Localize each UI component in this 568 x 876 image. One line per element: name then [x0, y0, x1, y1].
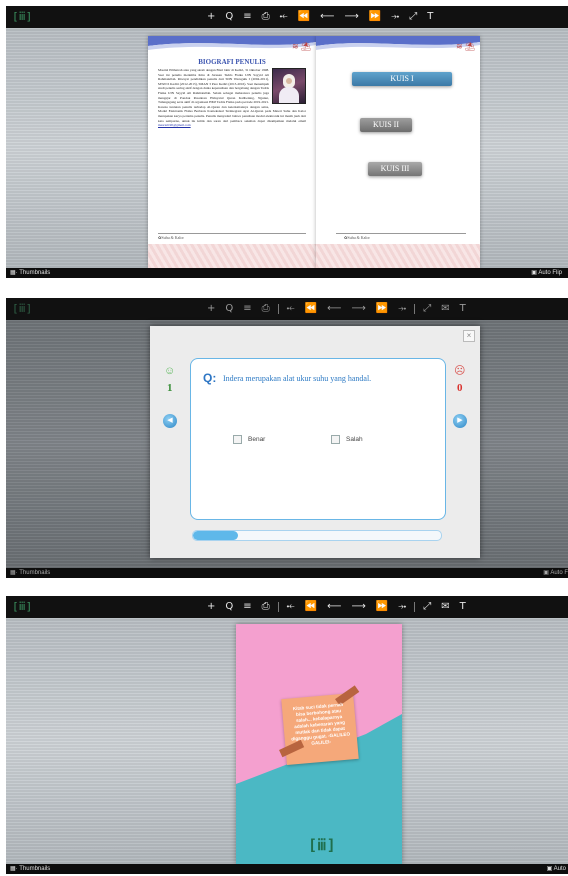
email-icon[interactable]: ✉ [441, 596, 449, 618]
app-logo-icon: [ⅲ] [12, 600, 33, 613]
app-logo-icon: [ⅲ] [12, 302, 33, 315]
page-footer-pattern [148, 244, 316, 268]
bottom-bar: ▦· Thumbnails ▣ Auto Flip [6, 268, 568, 278]
checkbox-icon[interactable] [331, 435, 340, 444]
print-icon[interactable]: ⎙ [262, 298, 270, 320]
fast-forward-icon[interactable]: ⏩ [376, 596, 388, 618]
correct-smiley-icon: ☺ [164, 365, 176, 377]
text-icon[interactable]: T [460, 596, 466, 618]
page-footer: ✿Suhu & Kalor [158, 235, 184, 240]
auto-flip-button[interactable]: ▣ Auto F [543, 568, 568, 578]
author-email-link[interactable]: masrial190@gmail.com [158, 123, 191, 127]
previous-question-button[interactable]: ◀ [163, 414, 177, 428]
fast-forward-icon[interactable]: ⏩ [369, 6, 381, 28]
author-photo [272, 68, 306, 104]
fullscreen-icon[interactable]: ⤢ [423, 596, 431, 618]
option-label: Benar [248, 436, 266, 443]
page-header-wave [148, 36, 316, 50]
checkbox-icon[interactable] [233, 435, 242, 444]
next-page-icon[interactable]: ⟶ [351, 298, 365, 320]
kuis-3-button[interactable]: KUIS III [368, 162, 422, 176]
text-icon[interactable]: T [460, 298, 466, 320]
first-page-icon[interactable]: ⤝ [280, 6, 288, 28]
previous-page-icon[interactable]: ⟵ [320, 6, 334, 28]
next-page-icon[interactable]: ⟶ [344, 6, 358, 28]
flipbook-viewer-quiz: [ⅲ] + Q ≡ ⎙ ⤝ ⏪ ⟵ ⟶ ⏩ ⤞ ⤢ ✉ T × ☺ 1 ☹ 0 … [6, 298, 568, 578]
app-logo-icon: [ⅲ] [12, 10, 33, 23]
toolbar: [ⅲ] + Q ≡ ⎙ ⤝ ⏪ ⟵ ⟶ ⏩ ⤞ ⤢ T [6, 6, 568, 28]
wrong-face-icon: ☹ [454, 365, 466, 377]
first-page-icon[interactable]: ⤝ [287, 596, 295, 618]
book-stage: ≋ ⛱ BIOGRAFI PENULIS Masrial Pilihatrah … [6, 28, 568, 268]
biography-page: ≋ ⛱ BIOGRAFI PENULIS Masrial Pilihatrah … [148, 36, 316, 268]
search-icon[interactable]: Q [225, 6, 233, 28]
last-page-icon[interactable]: ⤞ [391, 6, 399, 28]
quote-sticky-note: Kitab suci tidak pernah bisa berbohong a… [279, 685, 360, 766]
page-footer: ✿Suhu & Kalor [344, 235, 370, 240]
auto-flip-button[interactable]: ▣ Auto [547, 864, 566, 874]
zoom-in-icon[interactable]: + [207, 6, 215, 28]
table-of-contents-icon[interactable]: ≡ [243, 298, 251, 320]
book-stage: × ☺ 1 ☹ 0 ◀ ▶ Q: Indera merupakan alat u… [6, 320, 568, 568]
quiz-menu-page: ≋ ⛱ KUIS I KUIS II KUIS III ✿Suhu & Kalo… [316, 36, 480, 268]
table-of-contents-icon[interactable]: ≡ [243, 596, 251, 618]
search-icon[interactable]: Q [225, 596, 233, 618]
book-cover-page: Kitab suci tidak pernah bisa berbohong a… [236, 624, 402, 864]
kuis-2-button[interactable]: KUIS II [360, 118, 412, 132]
option-salah[interactable]: Salah [331, 435, 363, 444]
search-icon[interactable]: Q [225, 298, 233, 320]
zoom-in-icon[interactable]: + [207, 298, 215, 320]
fullscreen-icon[interactable]: ⤢ [423, 298, 431, 320]
quiz-progress-fill [193, 531, 238, 540]
bottom-bar: ▦· Thumbnails ▣ Auto [6, 864, 568, 874]
book-stage: Kitab suci tidak pernah bisa berbohong a… [6, 618, 568, 864]
table-of-contents-icon[interactable]: ≡ [243, 6, 251, 28]
rewind-icon[interactable]: ⏪ [305, 596, 317, 618]
text-icon[interactable]: T [427, 6, 433, 28]
print-icon[interactable]: ⎙ [262, 6, 270, 28]
previous-page-icon[interactable]: ⟵ [327, 298, 341, 320]
header-decoration-icon: ≋ ⛱ [292, 42, 312, 51]
biography-title: BIOGRAFI PENULIS [198, 58, 266, 66]
question-label: Q: [203, 371, 217, 385]
last-page-icon[interactable]: ⤞ [398, 596, 406, 618]
question-card: Q: Indera merupakan alat ukur suhu yang … [190, 358, 446, 520]
biography-text-block: Masrial Pilihatrah atau yang akrab denga… [158, 68, 306, 128]
toolbar: [ⅲ] + Q ≡ ⎙ ⤝ ⏪ ⟵ ⟶ ⏩ ⤞ ⤢ ✉ T [6, 298, 568, 320]
fullscreen-icon[interactable]: ⤢ [409, 6, 417, 28]
option-label: Salah [346, 436, 363, 443]
next-question-button[interactable]: ▶ [453, 414, 467, 428]
page-footer-pattern [316, 244, 480, 268]
quiz-dialog: × ☺ 1 ☹ 0 ◀ ▶ Q: Indera merupakan alat u… [150, 326, 480, 558]
next-page-icon[interactable]: ⟶ [351, 596, 365, 618]
fast-forward-icon[interactable]: ⏩ [376, 298, 388, 320]
close-icon[interactable]: × [463, 330, 475, 342]
option-benar[interactable]: Benar [233, 435, 265, 444]
question-text: Indera merupakan alat ukur suhu yang han… [223, 374, 372, 383]
rewind-icon[interactable]: ⏪ [305, 298, 317, 320]
toolbar: [ⅲ] + Q ≡ ⎙ ⤝ ⏪ ⟵ ⟶ ⏩ ⤞ ⤢ ✉ T [6, 596, 568, 618]
header-decoration-icon: ≋ ⛱ [456, 42, 476, 51]
thumbnails-button[interactable]: ▦· Thumbnails [10, 568, 50, 578]
wrong-count: 0 [457, 382, 463, 394]
flipbook-viewer-cover: [ⅲ] + Q ≡ ⎙ ⤝ ⏪ ⟵ ⟶ ⏩ ⤞ ⤢ ✉ T Kitab suci… [6, 596, 568, 874]
cover-logo-icon: [ⅲ] [308, 836, 336, 854]
previous-page-icon[interactable]: ⟵ [327, 596, 341, 618]
thumbnails-button[interactable]: ▦· Thumbnails [10, 268, 50, 278]
flipbook-viewer-spread: [ⅲ] + Q ≡ ⎙ ⤝ ⏪ ⟵ ⟶ ⏩ ⤞ ⤢ T ≋ ⛱ BIOGRAFI… [6, 6, 568, 278]
quiz-progress-bar [192, 530, 442, 541]
first-page-icon[interactable]: ⤝ [287, 298, 295, 320]
print-icon[interactable]: ⎙ [262, 596, 270, 618]
quote-text: Kitab suci tidak pernah bisa berbohong a… [291, 701, 351, 746]
rewind-icon[interactable]: ⏪ [298, 6, 310, 28]
auto-flip-button[interactable]: ▣ Auto Flip [531, 268, 562, 278]
kuis-1-button[interactable]: KUIS I [352, 72, 452, 86]
email-icon[interactable]: ✉ [441, 298, 449, 320]
zoom-in-icon[interactable]: + [207, 596, 215, 618]
correct-count: 1 [167, 382, 173, 394]
bottom-bar: ▦· Thumbnails ▣ Auto F [6, 568, 568, 578]
thumbnails-button[interactable]: ▦· Thumbnails [10, 864, 50, 874]
last-page-icon[interactable]: ⤞ [398, 298, 406, 320]
